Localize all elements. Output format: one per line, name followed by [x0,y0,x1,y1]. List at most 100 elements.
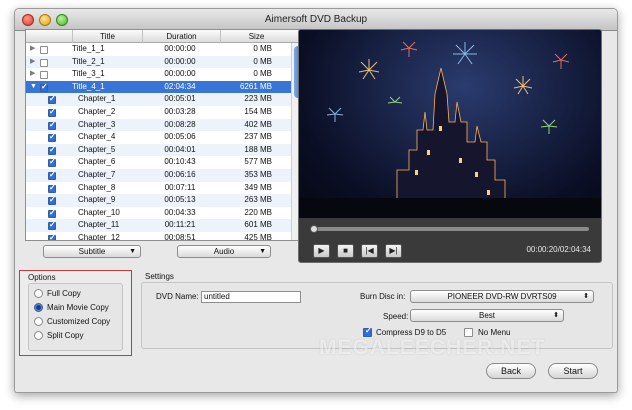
row-checkbox[interactable] [48,182,56,194]
expand-triangle-icon[interactable]: ▶ [30,68,38,81]
playback-progress-slider[interactable] [310,225,589,233]
header-duration[interactable]: Duration [142,30,220,43]
chapter-row[interactable]: Chapter_5 00:04:01 188 MB [26,143,292,156]
radio-button[interactable] [34,289,43,298]
close-window-button[interactable] [22,14,34,26]
expand-triangle-icon[interactable]: ▶ [30,56,38,69]
speed-dropdown[interactable]: Best ⬍ [410,309,564,322]
row-title: Chapter_10 [78,207,120,217]
row-size: 223 MB [244,94,272,104]
row-size: 188 MB [244,144,272,154]
dropdown-arrow-icon: ▼ [259,248,266,255]
watermark: MEGALEECHER.NET [319,336,546,359]
title-row[interactable]: ▶ Title_2_1 00:00:00 0 MB [26,55,292,69]
chapter-row[interactable]: Chapter_8 00:07:11 349 MB [26,182,292,194]
settings-title: Settings [145,272,174,281]
header-title[interactable]: Title [72,30,142,43]
chapter-row[interactable]: Chapter_9 00:05:13 263 MB [26,194,292,207]
radio-label: Full Copy [47,289,81,298]
previous-icon: |◀ [365,246,374,255]
title-row[interactable]: ▶ Title_1_1 00:00:00 0 MB [26,43,292,56]
title-row-selected[interactable]: ▼ Title_4_1 02:04:34 6261 MB [26,80,292,94]
playback-progress-knob[interactable] [310,225,318,233]
row-title: Chapter_6 [78,157,116,167]
chapter-row[interactable]: Chapter_3 00:08:28 402 MB [26,118,292,131]
audio-dropdown[interactable]: Audio ▼ [177,245,271,258]
row-checkbox[interactable] [40,81,48,93]
options-group: Options Full Copy Main Movie Copy Custom… [19,270,132,356]
row-title: Chapter_9 [78,195,116,205]
speed-value: Best [478,311,495,320]
row-duration: 00:04:33 [164,207,196,217]
row-size: 0 MB [253,44,272,53]
chapter-row[interactable]: Chapter_4 00:05:06 237 MB [26,131,292,144]
row-checkbox[interactable] [48,106,56,119]
playback-timecode: 00:00:20/02:04:34 [526,245,591,254]
stop-button[interactable]: ■ [337,244,354,258]
chapter-row[interactable]: Chapter_2 00:03:28 154 MB [26,106,292,119]
row-checkbox[interactable] [48,232,56,240]
next-chapter-button[interactable]: ▶| [385,244,402,258]
title-row[interactable]: ▶ Title_3_1 00:00:00 0 MB [26,68,292,81]
row-duration: 00:00:00 [164,44,196,53]
chapter-row[interactable]: Chapter_7 00:06:16 353 MB [26,169,292,182]
row-size: 425 MB [244,233,272,241]
row-duration: 00:00:00 [164,69,196,79]
customized-copy-radio[interactable]: Customized Copy [34,316,124,327]
zoom-window-button[interactable] [56,14,68,26]
header-size[interactable]: Size [220,30,292,43]
chapter-row[interactable]: Chapter_11 00:11:21 601 MB [26,219,292,232]
burn-disc-dropdown[interactable]: PIONEER DVD-RW DVRTS09 ⬍ [410,290,594,303]
row-checkbox[interactable] [48,144,56,156]
previous-chapter-button[interactable]: |◀ [361,244,378,258]
main-movie-copy-radio[interactable]: Main Movie Copy [34,302,124,313]
title-list[interactable]: Title Duration Size ▶ Title_1_1 00:00:00… [25,29,304,241]
row-size: 6261 MB [239,81,272,91]
row-checkbox[interactable] [48,119,56,131]
row-title: Title_3_1 [72,69,105,79]
row-checkbox[interactable] [48,156,56,169]
split-copy-radio[interactable]: Split Copy [34,330,124,341]
row-size: 0 MB [253,56,272,66]
list-header: Title Duration Size [26,30,303,43]
row-checkbox[interactable] [48,207,56,219]
start-button[interactable]: Start [548,363,598,379]
chapter-row[interactable]: Chapter_12 00:08:51 425 MB [26,232,292,241]
chapter-row[interactable]: Chapter_1 00:05:01 223 MB [26,93,292,106]
radio-button[interactable] [34,317,43,326]
chapter-row[interactable]: Chapter_10 00:04:33 220 MB [26,207,292,219]
dropdown-arrow-icon: ⬍ [583,293,589,300]
expand-triangle-icon[interactable]: ▶ [30,43,38,56]
play-icon: ▶ [318,246,325,255]
row-duration: 00:08:28 [164,119,196,129]
chapter-row[interactable]: Chapter_6 00:10:43 577 MB [26,156,292,169]
row-checkbox[interactable] [48,219,56,232]
radio-button[interactable] [34,331,43,340]
back-button[interactable]: Back [486,363,536,379]
row-checkbox[interactable] [40,71,48,80]
collapse-triangle-icon[interactable]: ▼ [30,81,38,94]
row-checkbox[interactable] [40,46,48,54]
row-checkbox[interactable] [48,93,56,106]
dropdown-arrow-icon: ▼ [129,248,136,255]
play-button[interactable]: ▶ [313,244,330,258]
dvd-name-field[interactable]: untitled [201,291,301,303]
subtitle-dropdown[interactable]: Subtitle ▼ [43,245,141,258]
row-size: 154 MB [244,107,272,116]
row-checkbox[interactable] [48,131,56,144]
row-duration: 00:06:16 [164,170,196,179]
full-copy-radio[interactable]: Full Copy [34,288,124,299]
row-size: 0 MB [253,69,272,79]
minimize-window-button[interactable] [39,14,51,26]
row-title: Chapter_3 [78,119,116,129]
row-checkbox[interactable] [48,194,56,207]
row-checkbox[interactable] [48,169,56,182]
radio-label: Split Copy [47,331,84,340]
dropdown-arrow-icon: ⬍ [553,312,559,319]
row-checkbox[interactable] [40,58,48,67]
row-duration: 00:05:06 [164,132,196,142]
video-preview [299,30,601,219]
audio-dropdown-label: Audio [213,247,235,256]
radio-button-selected[interactable] [34,303,43,312]
next-icon: ▶| [389,246,398,255]
